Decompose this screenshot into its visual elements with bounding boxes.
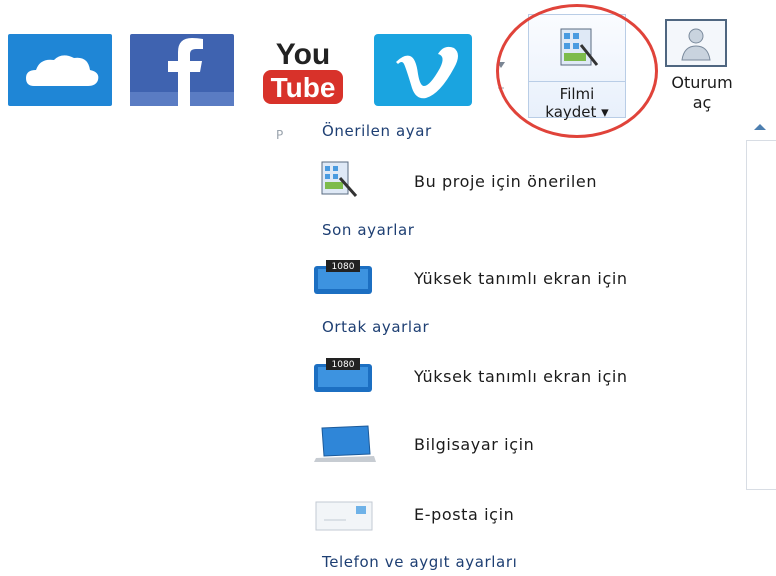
menu-item-email[interactable]: E-posta için bbox=[414, 505, 514, 524]
onedrive-share-button[interactable] bbox=[8, 34, 112, 106]
vimeo-share-button[interactable] bbox=[374, 34, 472, 106]
scroll-up-arrow-icon bbox=[754, 124, 766, 130]
section-phone: Telefon ve aygıt ayarları bbox=[322, 553, 518, 571]
menu-item-common-hd-icon: 1080 bbox=[312, 356, 378, 396]
sign-in-label-line2: aç bbox=[692, 93, 712, 112]
svg-text:1080: 1080 bbox=[332, 262, 355, 272]
hd-1080-icon: 1080 bbox=[314, 260, 372, 294]
section-recommended: Önerilen ayar bbox=[322, 122, 432, 140]
svg-text:You: You bbox=[276, 38, 330, 71]
facebook-f-icon bbox=[168, 38, 203, 106]
menu-item-common-hd[interactable]: Yüksek tanımlı ekran için bbox=[414, 367, 628, 386]
film-save-icon bbox=[321, 161, 358, 197]
menu-item-recommended-icon bbox=[312, 160, 378, 200]
svg-text:Tube: Tube bbox=[271, 72, 336, 103]
menu-item-computer-icon bbox=[312, 424, 378, 464]
user-avatar-icon bbox=[665, 19, 727, 67]
menu-item-recent-hd[interactable]: Yüksek tanımlı ekran için bbox=[414, 269, 628, 288]
cloud-icon bbox=[26, 55, 99, 86]
menu-item-email-icon bbox=[312, 494, 378, 534]
sign-in-button[interactable]: Oturum aç bbox=[660, 18, 744, 118]
youtube-share-button[interactable]: You Tube bbox=[258, 34, 348, 106]
menu-item-computer[interactable]: Bilgisayar için bbox=[414, 435, 534, 454]
menu-item-recommended[interactable]: Bu proje için önerilen bbox=[414, 172, 597, 191]
menu-item-recent-hd-icon: 1080 bbox=[312, 258, 378, 298]
facebook-share-button[interactable] bbox=[130, 34, 234, 106]
computer-icon bbox=[314, 425, 376, 462]
sign-in-label-line1: Oturum bbox=[671, 73, 733, 92]
vimeo-v-icon bbox=[396, 46, 458, 99]
scrollbar-track[interactable] bbox=[746, 140, 776, 490]
hd-1080-icon: 1080 bbox=[314, 358, 372, 392]
section-recent: Son ayarlar bbox=[322, 221, 415, 239]
section-common: Ortak ayarlar bbox=[322, 318, 430, 336]
svg-text:1080: 1080 bbox=[332, 360, 355, 370]
menu-p-marker: P bbox=[276, 128, 284, 142]
highlight-circle bbox=[496, 4, 658, 138]
youtube-logo-icon: You Tube bbox=[263, 38, 343, 104]
scroll-up-button[interactable] bbox=[750, 118, 770, 138]
email-icon bbox=[315, 501, 373, 531]
